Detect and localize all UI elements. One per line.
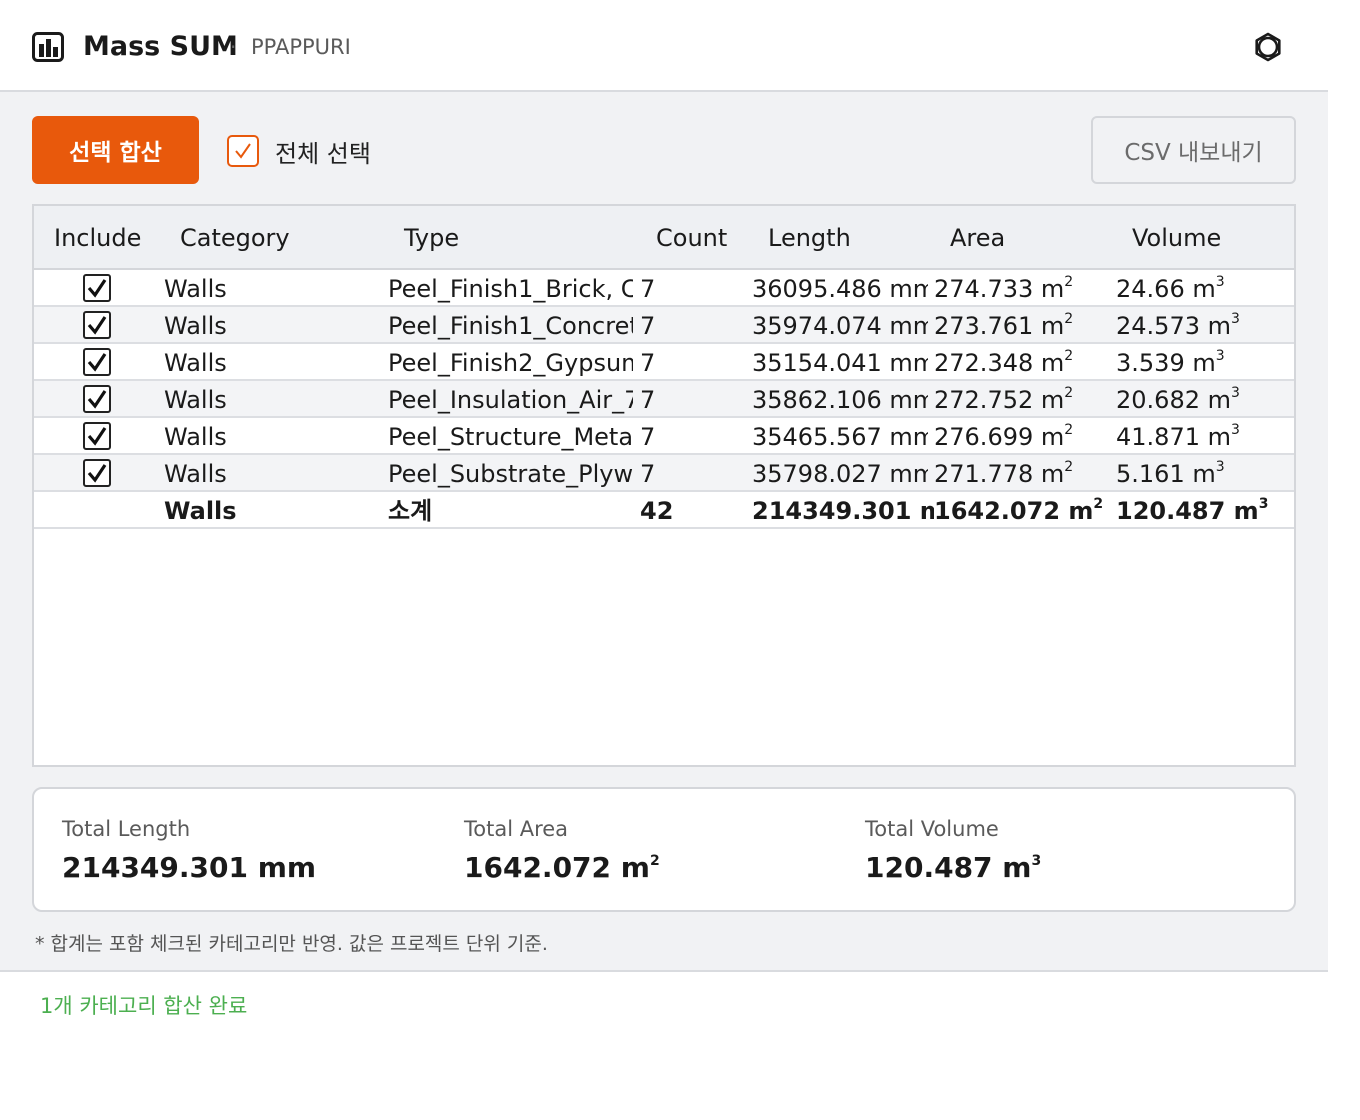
export-csv-button[interactable]: CSV 내보내기 bbox=[1091, 116, 1296, 184]
col-category: Category bbox=[180, 224, 290, 252]
cell-volume: 5.161 m3 bbox=[1116, 459, 1225, 488]
total-volume-label: Total Volume bbox=[865, 817, 999, 841]
project-name: PPAPPURI bbox=[251, 35, 351, 59]
check-icon bbox=[87, 390, 107, 409]
cell-category: Walls bbox=[164, 349, 227, 377]
cell-volume: 3.539 m3 bbox=[1116, 348, 1225, 377]
check-icon bbox=[87, 464, 107, 483]
cell-volume: 24.573 m3 bbox=[1116, 311, 1240, 340]
results-table: Include Category Type Count Length Area … bbox=[32, 204, 1296, 767]
table-row[interactable]: Walls Peel_Finish1_Concrete 7 35974.074 … bbox=[34, 307, 1294, 344]
total-length-value: 214349.301 mm bbox=[62, 851, 317, 884]
check-icon bbox=[235, 143, 251, 159]
check-icon bbox=[87, 427, 107, 446]
cell-volume: 24.66 m3 bbox=[1116, 274, 1225, 303]
col-volume: Volume bbox=[1132, 224, 1222, 252]
select-all-label: 전체 선택 bbox=[275, 139, 371, 168]
cell-count: 7 bbox=[640, 312, 656, 340]
table-row[interactable]: Walls Peel_Substrate_Plywo 7 35798.027 m… bbox=[34, 455, 1294, 492]
table-row[interactable]: Walls Peel_Insulation_Air_76 7 35862.106… bbox=[34, 381, 1294, 418]
cell-length: 35974.074 mm bbox=[752, 312, 928, 340]
subtotal-volume: 120.487 m3 bbox=[1116, 496, 1269, 525]
cell-count: 7 bbox=[640, 460, 656, 488]
cell-area: 276.699 m2 bbox=[934, 422, 1074, 451]
subtotal-label: 소계 bbox=[388, 497, 433, 525]
cell-area: 272.348 m2 bbox=[934, 348, 1074, 377]
bar-chart-icon bbox=[32, 32, 64, 62]
cell-type: Peel_Insulation_Air_76 bbox=[388, 386, 633, 414]
total-area-value: 1642.072 m2 bbox=[464, 851, 660, 884]
total-area-label: Total Area bbox=[464, 817, 569, 841]
cell-category: Walls bbox=[164, 386, 227, 414]
cell-category: Walls bbox=[164, 460, 227, 488]
cell-category: Walls bbox=[164, 275, 227, 303]
include-checkbox[interactable] bbox=[83, 274, 111, 302]
cell-type: Peel_Substrate_Plywo bbox=[388, 460, 633, 488]
cell-type: Peel_Finish2_Gypsum bbox=[388, 349, 633, 377]
cell-count: 7 bbox=[640, 386, 656, 414]
main-panel: 선택 합산 전체 선택 CSV 내보내기 Include Category Ty… bbox=[0, 92, 1328, 972]
cell-count: 7 bbox=[640, 275, 656, 303]
cell-area: 272.752 m2 bbox=[934, 385, 1074, 414]
gear-icon[interactable] bbox=[1252, 31, 1284, 63]
select-all-box[interactable] bbox=[227, 135, 259, 167]
col-area: Area bbox=[950, 224, 1006, 252]
check-icon bbox=[87, 316, 107, 335]
sum-selected-button[interactable]: 선택 합산 bbox=[32, 116, 199, 184]
include-checkbox[interactable] bbox=[83, 459, 111, 487]
cell-length: 36095.486 mm bbox=[752, 275, 928, 303]
col-type: Type bbox=[404, 224, 460, 252]
include-checkbox[interactable] bbox=[83, 348, 111, 376]
title-bar: Mass SUM · PPAPPURI bbox=[0, 0, 1328, 92]
cell-area: 274.733 m2 bbox=[934, 274, 1074, 303]
check-icon bbox=[87, 353, 107, 372]
cell-length: 35798.027 mm bbox=[752, 460, 928, 488]
total-length-label: Total Length bbox=[62, 817, 191, 841]
cell-count: 7 bbox=[640, 349, 656, 377]
col-include: Include bbox=[54, 224, 142, 252]
select-all-checkbox[interactable]: 전체 선택 bbox=[227, 135, 371, 168]
include-checkbox[interactable] bbox=[83, 385, 111, 413]
subtotal-row: Walls 소계 42 214349.301 m 1642.072 m2 120… bbox=[34, 492, 1294, 529]
subtotal-category: Walls bbox=[164, 497, 237, 525]
status-message: 1개 카테고리 합산 완료 bbox=[40, 994, 248, 1018]
cell-type: Peel_Structure_Metal bbox=[388, 423, 633, 451]
footnote: * 합계는 포함 체크된 카테고리만 반영. 값은 프로젝트 단위 기준. bbox=[35, 933, 548, 955]
table-row[interactable]: Walls Peel_Finish2_Gypsum 7 35154.041 mm… bbox=[34, 344, 1294, 381]
include-checkbox[interactable] bbox=[83, 311, 111, 339]
col-length: Length bbox=[768, 224, 851, 252]
totals-card: Total Length 214349.301 mm Total Area 16… bbox=[32, 787, 1296, 912]
total-volume-value: 120.487 m3 bbox=[865, 851, 1042, 884]
cell-area: 271.778 m2 bbox=[934, 459, 1074, 488]
check-icon bbox=[87, 279, 107, 298]
table-row[interactable]: Walls Peel_Structure_Metal 7 35465.567 m… bbox=[34, 418, 1294, 455]
cell-volume: 41.871 m3 bbox=[1116, 422, 1240, 451]
cell-category: Walls bbox=[164, 423, 227, 451]
include-checkbox[interactable] bbox=[83, 422, 111, 450]
subtotal-count: 42 bbox=[640, 497, 674, 525]
col-count: Count bbox=[656, 224, 728, 252]
subtotal-area: 1642.072 m2 bbox=[934, 496, 1104, 525]
app-title: Mass SUM bbox=[83, 31, 238, 62]
subtotal-length: 214349.301 m bbox=[752, 497, 934, 525]
table-header: Include Category Type Count Length Area … bbox=[34, 206, 1294, 270]
cell-volume: 20.682 m3 bbox=[1116, 385, 1240, 414]
title-separator: · bbox=[230, 35, 237, 59]
cell-area: 273.761 m2 bbox=[934, 311, 1074, 340]
cell-count: 7 bbox=[640, 423, 656, 451]
cell-type: Peel_Finish1_Concrete bbox=[388, 312, 633, 340]
cell-type: Peel_Finish1_Brick, Cc bbox=[388, 275, 633, 303]
cell-length: 35862.106 mm bbox=[752, 386, 928, 414]
cell-category: Walls bbox=[164, 312, 227, 340]
cell-length: 35465.567 mm bbox=[752, 423, 928, 451]
cell-length: 35154.041 mm bbox=[752, 349, 928, 377]
table-row[interactable]: Walls Peel_Finish1_Brick, Cc 7 36095.486… bbox=[34, 270, 1294, 307]
